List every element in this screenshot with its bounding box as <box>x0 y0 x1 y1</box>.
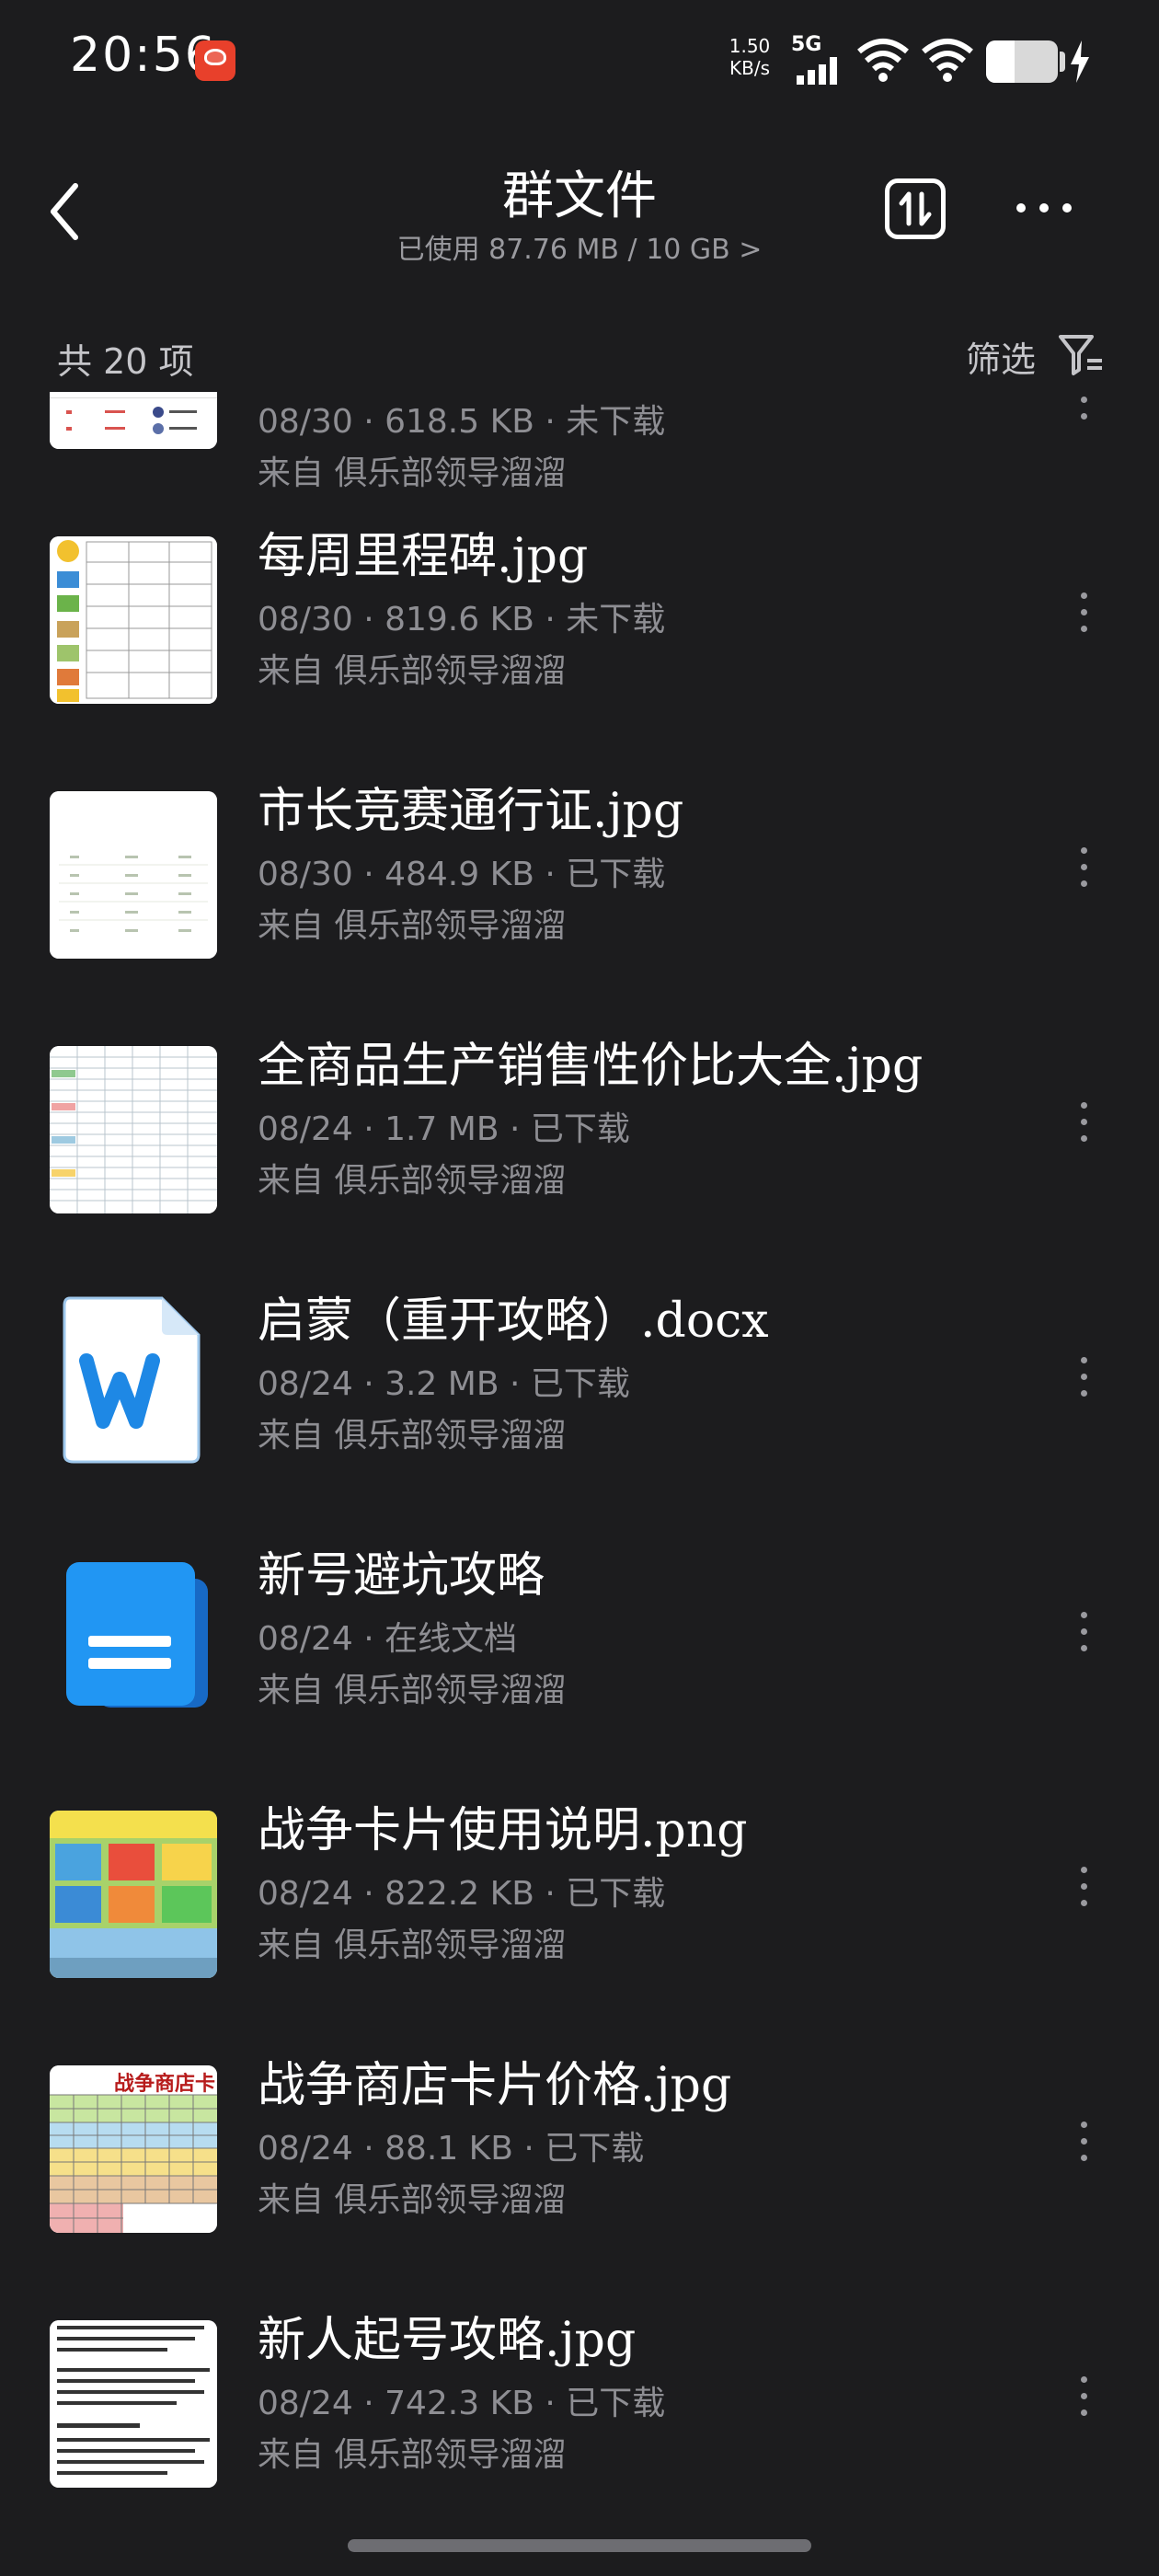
image-thumbnail <box>50 392 217 449</box>
file-meta: 08/30 · 819.6 KB · 未下载 <box>258 601 666 638</box>
page-title: 群文件 <box>502 167 657 226</box>
file-source: 来自 俱乐部领导溜溜 <box>258 652 567 690</box>
file-row[interactable]: 新号避坑攻略 08/24 · 在线文档 来自 俱乐部领导溜溜 <box>0 1509 1159 1764</box>
wifi-icon <box>857 39 909 82</box>
image-thumbnail: 战争商店卡 <box>50 2065 217 2233</box>
spreadsheet-image-icon <box>50 1046 217 1213</box>
row-more-icon[interactable] <box>1074 1612 1093 1667</box>
charging-icon <box>1071 40 1089 83</box>
filter-button[interactable]: 筛选 <box>966 331 1036 382</box>
file-row[interactable]: 全商品生产销售性价比大全.jpg 08/24 · 1.7 MB · 已下载 来自… <box>0 999 1159 1254</box>
file-row[interactable]: 启蒙（重开攻略）.docx 08/24 · 3.2 MB · 已下载 来自 俱乐… <box>0 1254 1159 1509</box>
file-count: 共 20 项 <box>57 341 194 382</box>
file-name: 新号避坑攻略 <box>258 1548 545 1604</box>
row-more-icon[interactable] <box>1074 1357 1093 1412</box>
card-guide-image-icon <box>50 1811 217 1978</box>
cell-signal-icon <box>797 57 837 85</box>
file-meta: 08/24 · 在线文档 <box>258 1620 518 1658</box>
filter-icon[interactable] <box>1058 333 1106 377</box>
row-more-icon[interactable] <box>1074 1867 1093 1922</box>
file-meta: 08/24 · 822.2 KB · 已下载 <box>258 1875 666 1913</box>
image-thumbnail <box>50 791 217 959</box>
file-source: 来自 俱乐部领导溜溜 <box>258 1926 567 1964</box>
file-source: 来自 俱乐部领导溜溜 <box>258 907 567 945</box>
online-document-icon <box>66 1562 208 1708</box>
file-row[interactable]: 08/30 · 618.5 KB · 未下载 来自 俱乐部领导溜溜 <box>0 392 1159 492</box>
file-meta: 08/24 · 1.7 MB · 已下载 <box>258 1110 630 1148</box>
row-more-icon[interactable] <box>1074 592 1093 648</box>
network-type: 5G <box>791 33 822 56</box>
file-name: 每周里程碑.jpg <box>258 529 589 584</box>
more-options-icon[interactable] <box>1012 190 1076 226</box>
image-thumbnail <box>50 2320 217 2488</box>
wifi-secondary-icon <box>922 39 973 82</box>
file-row[interactable]: 新人起号攻略.jpg 08/24 · 742.3 KB · 已下载 来自 俱乐部… <box>0 2273 1159 2517</box>
file-source: 来自 俱乐部领导溜溜 <box>258 2181 567 2219</box>
thumbnail-caption: 战争商店卡 <box>114 2073 216 2096</box>
file-source: 来自 俱乐部领导溜溜 <box>258 1417 567 1455</box>
file-source: 来自 俱乐部领导溜溜 <box>258 1162 567 1200</box>
file-row[interactable]: 战争卡片使用说明.png 08/24 · 822.2 KB · 已下载 来自 俱… <box>0 1764 1159 2018</box>
battery-level <box>986 40 1016 83</box>
image-thumbnail <box>50 1046 217 1213</box>
row-more-icon[interactable] <box>1074 1102 1093 1157</box>
file-name: 启蒙（重开攻略）.docx <box>258 1294 769 1349</box>
file-meta: 08/24 · 742.3 KB · 已下载 <box>258 2385 666 2422</box>
network-speed: 1.50 KB/s <box>717 35 782 79</box>
image-thumbnail <box>50 536 217 704</box>
file-source: 来自 俱乐部领导溜溜 <box>258 2436 567 2474</box>
battery-icon <box>986 40 1058 83</box>
milestone-image-icon <box>50 536 217 704</box>
file-source: 来自 俱乐部领导溜溜 <box>258 1672 567 1709</box>
file-row[interactable]: 战争商店卡 战争商店卡片价格.jpg 08/24 · 88.1 KB · 已下载… <box>0 2018 1159 2273</box>
status-bar: 20:56 1.50 KB/s 5G <box>0 0 1159 120</box>
file-meta: 08/24 · 88.1 KB · 已下载 <box>258 2130 645 2168</box>
file-row[interactable]: 每周里程碑.jpg 08/30 · 819.6 KB · 未下载 来自 俱乐部领… <box>0 489 1159 744</box>
file-list: 08/30 · 618.5 KB · 未下载 来自 俱乐部领导溜溜 每周里程碑.… <box>0 392 1159 2517</box>
file-name: 全商品生产销售性价比大全.jpg <box>258 1039 924 1094</box>
row-more-icon[interactable] <box>1074 2122 1093 2177</box>
file-meta: 08/30 · 618.5 KB · 未下载 <box>258 403 666 441</box>
file-name: 新人起号攻略.jpg <box>258 2313 637 2368</box>
file-name: 战争商店卡片价格.jpg <box>258 2058 732 2113</box>
app-notification-icon <box>195 40 235 81</box>
home-indicator[interactable] <box>348 2539 811 2552</box>
network-speed-unit: KB/s <box>729 57 770 79</box>
battery-cap <box>1060 52 1065 72</box>
word-document-icon <box>63 1296 201 1464</box>
file-source: 来自 俱乐部领导溜溜 <box>258 454 567 492</box>
sort-arrows-icon <box>899 191 932 226</box>
table-image-icon <box>50 392 217 449</box>
row-more-icon[interactable] <box>1074 2376 1093 2432</box>
image-thumbnail <box>50 1811 217 1978</box>
row-more-icon[interactable] <box>1074 847 1093 903</box>
white-table-image-icon <box>50 791 217 959</box>
file-name: 战争卡片使用说明.png <box>258 1803 748 1858</box>
file-row[interactable]: 市长竞赛通行证.jpg 08/30 · 484.9 KB · 已下载 来自 俱乐… <box>0 744 1159 999</box>
text-doc-image-icon <box>50 2320 217 2488</box>
file-name: 市长竞赛通行证.jpg <box>258 784 684 839</box>
network-speed-value: 1.50 <box>729 35 771 57</box>
file-meta: 08/30 · 484.9 KB · 已下载 <box>258 856 666 893</box>
sort-icon[interactable] <box>885 178 946 239</box>
file-meta: 08/24 · 3.2 MB · 已下载 <box>258 1365 630 1403</box>
storage-usage-link[interactable]: 已使用 87.76 MB / 10 GB > <box>0 226 1159 267</box>
header: 群文件 已使用 87.76 MB / 10 GB > <box>0 138 1159 285</box>
row-more-icon[interactable] <box>1074 392 1093 435</box>
